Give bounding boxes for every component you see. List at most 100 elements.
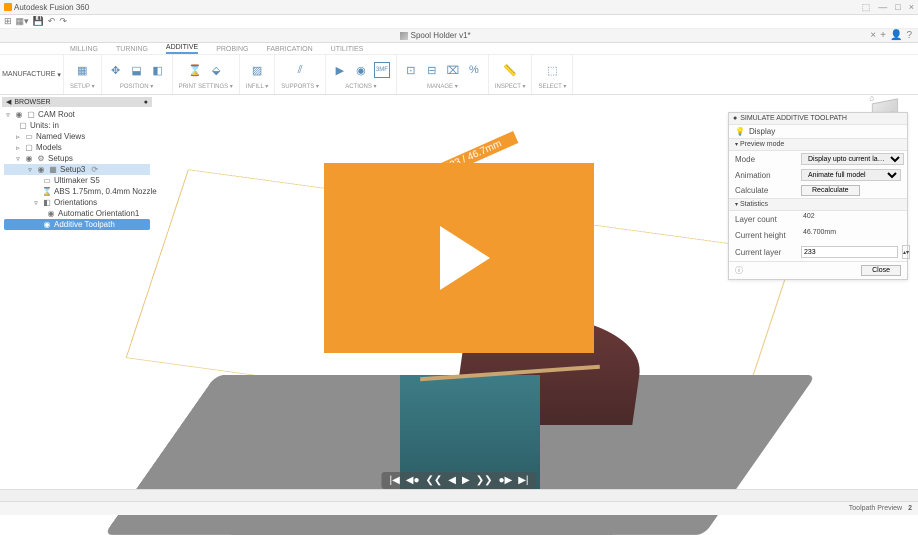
- manage-icon-3[interactable]: ⌧: [445, 62, 461, 78]
- stats-section[interactable]: Statistics: [740, 201, 768, 208]
- help-icon[interactable]: ?: [906, 30, 912, 41]
- animation-label: Animation: [735, 171, 797, 180]
- ribbon-tab-additive[interactable]: ADDITIVE: [166, 44, 198, 54]
- window-min-icon[interactable]: —: [878, 2, 887, 13]
- ribbon-tab-milling[interactable]: MILLING: [70, 46, 98, 54]
- infill-icon[interactable]: ▨: [247, 60, 267, 80]
- tree-auto-orient[interactable]: ◉Automatic Orientation1: [4, 208, 150, 219]
- animation-select[interactable]: Animate full model: [801, 169, 901, 181]
- group-setup[interactable]: SETUP ▾: [70, 83, 95, 90]
- layer-count-label: Layer count: [735, 215, 797, 224]
- tree-setup3[interactable]: ▿◉▦Setup3⟳: [4, 164, 150, 175]
- ribbon-tab-probing[interactable]: PROBING: [216, 46, 248, 54]
- ribbon-tab-fabrication[interactable]: FABRICATION: [267, 46, 313, 54]
- tab-add-icon[interactable]: +: [880, 30, 886, 41]
- undo-icon[interactable]: ↶: [48, 16, 56, 27]
- inspect-icon[interactable]: 📏: [500, 60, 520, 80]
- next-key-icon[interactable]: ●▶: [498, 475, 512, 486]
- workspace-selector[interactable]: MANUFACTURE▾: [0, 55, 64, 94]
- browser-collapse-icon[interactable]: ◀: [6, 98, 11, 106]
- manage-icon-4[interactable]: %: [466, 62, 482, 78]
- app-title: Autodesk Fusion 360: [14, 3, 89, 12]
- move-icon[interactable]: ✥: [108, 62, 124, 78]
- generate-icon[interactable]: ▶: [332, 62, 348, 78]
- current-height-value: 46.700mm: [801, 229, 901, 241]
- home-icon[interactable]: ⌂: [869, 93, 874, 103]
- layer-stepper[interactable]: ▴▾: [902, 245, 910, 259]
- tree-named-views[interactable]: ▹▭Named Views: [4, 131, 150, 142]
- info-icon[interactable]: ⓘ: [735, 265, 743, 276]
- group-select[interactable]: SELECT ▾: [538, 83, 566, 90]
- window-max-icon[interactable]: □: [895, 2, 900, 13]
- tree-cam-root[interactable]: ▿◉▢CAM Root: [4, 109, 150, 120]
- group-print-settings[interactable]: PRINT SETTINGS ▾: [179, 83, 233, 90]
- recalculate-button[interactable]: Recalculate: [801, 185, 860, 196]
- supports-icon[interactable]: ⫽: [290, 60, 310, 80]
- simulate-panel: ●SIMULATE ADDITIVE TOOLPATH 💡Display ▾ P…: [728, 112, 908, 280]
- current-layer-label: Current layer: [735, 248, 797, 257]
- last-icon[interactable]: ▶|: [518, 475, 528, 486]
- status-text: Toolpath Preview: [849, 505, 902, 512]
- play-triangle-icon: [440, 226, 490, 290]
- mode-label: Mode: [735, 155, 797, 164]
- ribbon-tab-turning[interactable]: TURNING: [116, 46, 148, 54]
- file-menu-icon[interactable]: ▦▾: [16, 16, 29, 27]
- first-icon[interactable]: |◀: [390, 475, 400, 486]
- redo-icon[interactable]: ↷: [59, 16, 67, 27]
- setup-icon[interactable]: ▦: [72, 60, 92, 80]
- ribbon-tab-utilities[interactable]: UTILITIES: [331, 46, 364, 54]
- user-icon[interactable]: 👤: [890, 30, 902, 41]
- status-count: 2: [908, 505, 912, 512]
- simulate-panel-title: SIMULATE ADDITIVE TOOLPATH: [740, 115, 847, 122]
- group-position[interactable]: POSITION ▾: [120, 83, 153, 90]
- manage-icon-2[interactable]: ⊟: [424, 62, 440, 78]
- context-icon[interactable]: ⟳: [91, 165, 98, 174]
- document-icon: [400, 32, 408, 40]
- simulate-icon[interactable]: ◉: [353, 62, 369, 78]
- export-icon[interactable]: 3MF: [374, 62, 390, 78]
- tree-additive-toolpath[interactable]: ◉Additive Toolpath: [4, 219, 150, 230]
- group-supports[interactable]: SUPPORTS ▾: [281, 83, 319, 90]
- tab-close-icon[interactable]: ×: [870, 30, 876, 41]
- fast-fwd-icon[interactable]: ❯❯: [476, 475, 493, 486]
- tree-ultimaker[interactable]: ▭Ultimaker S5: [4, 175, 150, 186]
- tree-orientations[interactable]: ▿◧Orientations: [4, 197, 150, 208]
- rewind-icon[interactable]: ❮❮: [426, 475, 443, 486]
- save-icon[interactable]: 💾: [33, 16, 44, 27]
- layer-count-value: 402: [801, 213, 901, 225]
- group-manage[interactable]: MANAGE ▾: [427, 83, 458, 90]
- select-icon[interactable]: ⬚: [542, 60, 562, 80]
- manage-icon-1[interactable]: ⊡: [403, 62, 419, 78]
- timeline[interactable]: [0, 489, 918, 501]
- group-actions[interactable]: ACTIONS ▾: [345, 83, 376, 90]
- tree-setups[interactable]: ▿◉⚙Setups: [4, 153, 150, 164]
- browser-opts-icon[interactable]: ●: [144, 99, 148, 106]
- machine-icon[interactable]: ⬙: [208, 62, 224, 78]
- misc-icon[interactable]: ⬚: [862, 2, 871, 13]
- current-layer-input[interactable]: [801, 246, 898, 258]
- data-panel-icon[interactable]: ⊞: [4, 16, 12, 27]
- prev-key-icon[interactable]: ◀●: [406, 475, 420, 486]
- app-icon: [4, 3, 12, 11]
- play-icon[interactable]: ▶: [462, 475, 470, 486]
- tree-models[interactable]: ▹▢Models: [4, 142, 150, 153]
- window-close-icon[interactable]: ×: [909, 2, 914, 13]
- tree-units[interactable]: ▢Units: in: [4, 120, 150, 131]
- document-name: Spool Holder v1*: [411, 31, 471, 40]
- close-button[interactable]: Close: [861, 265, 901, 276]
- group-inspect[interactable]: INSPECT ▾: [495, 83, 526, 90]
- group-infill[interactable]: INFILL ▾: [246, 83, 268, 90]
- browser-title: BROWSER: [14, 99, 50, 106]
- gear-icon[interactable]: ●: [733, 115, 737, 122]
- bulb-icon[interactable]: 💡: [735, 127, 745, 136]
- step-back-icon[interactable]: ◀: [448, 475, 456, 486]
- mode-select[interactable]: Display upto current la…: [801, 153, 904, 165]
- document-tab[interactable]: Spool Holder v1*: [400, 31, 471, 40]
- preview-section[interactable]: Preview mode: [740, 141, 784, 148]
- place-icon[interactable]: ⬓: [129, 62, 145, 78]
- auto-orient-icon[interactable]: ◧: [150, 62, 166, 78]
- print-settings-icon[interactable]: ⌛: [187, 62, 203, 78]
- tree-material[interactable]: ⌛ABS 1.75mm, 0.4mm Nozzle: [4, 186, 150, 197]
- video-play-overlay[interactable]: [324, 163, 594, 353]
- calculate-label: Calculate: [735, 186, 797, 195]
